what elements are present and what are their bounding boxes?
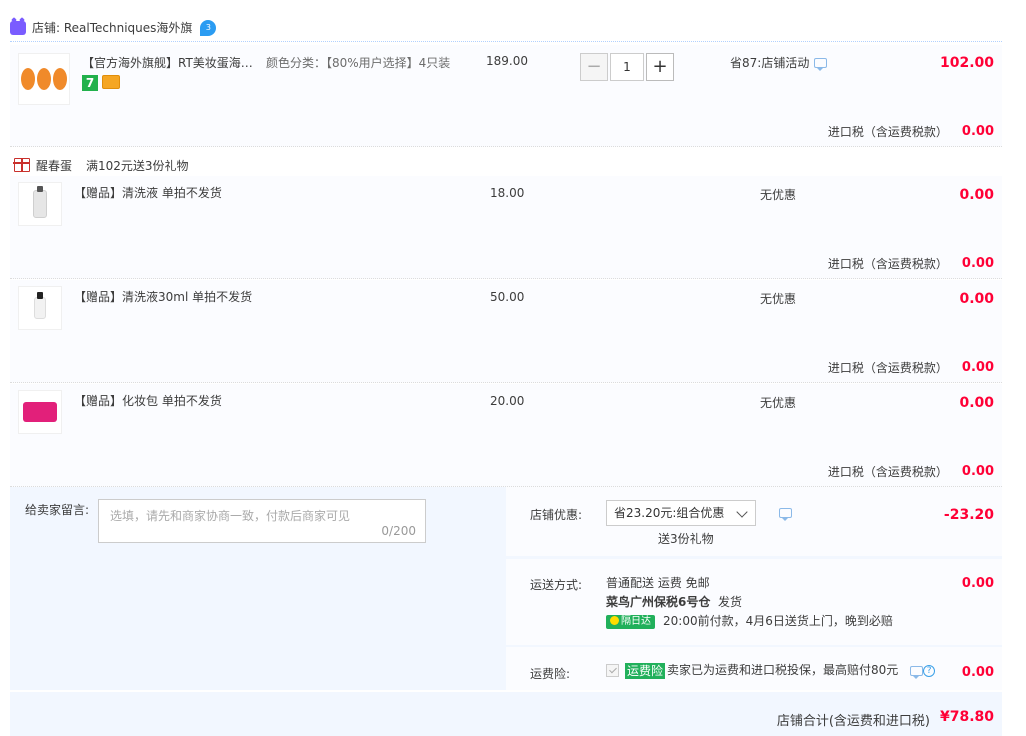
tax-label: 进口税（含运费税款） xyxy=(827,465,948,479)
insurance-value: 0.00 xyxy=(961,665,994,680)
message-label: 给卖家留言: xyxy=(25,503,90,517)
total-value: ¥78.80 xyxy=(939,709,994,725)
quantity-decrease-button[interactable]: − xyxy=(580,53,608,81)
shop-header: 店铺: RealTechniques海外旗 3 xyxy=(10,14,1002,42)
shipping-method: 普通配送 运费 免邮 xyxy=(606,576,710,590)
product-sku: 颜色分类：【80%用户选择】4只装 xyxy=(266,56,451,70)
tax-label: 进口税（含运费税款） xyxy=(827,125,948,139)
product-title[interactable]: 【官方海外旗舰】RT美妆蛋海绵化妆蛋 xyxy=(82,54,257,72)
shop-total-bar: 店铺合计(含运费和进口税) ¥78.80 xyxy=(10,692,1002,736)
tax-value: 0.00 xyxy=(961,464,994,479)
item-subtotal: 0.00 xyxy=(959,187,994,203)
shipping-row: 运送方式: 普通配送 运费 免邮 菜鸟广州保税6号仓 发货 隔日达 20:00前付… xyxy=(506,559,1002,645)
insurance-label: 运费险: xyxy=(530,667,571,681)
item-subtotal: 0.00 xyxy=(959,395,994,411)
product-thumbnail[interactable] xyxy=(18,182,62,226)
item-subtotal: 0.00 xyxy=(959,291,994,307)
comment-icon[interactable] xyxy=(779,508,792,521)
total-label: 店铺合计(含运费和进口税) xyxy=(776,714,930,729)
discount-value: -23.20 xyxy=(943,507,994,523)
discount-select[interactable]: 省23.20元:组合优惠 xyxy=(606,500,756,526)
message-placeholder: 选填，请先和商家协商一致，付款后商家可见 xyxy=(110,509,351,523)
gift-icon xyxy=(13,158,30,172)
dispatch-label: 发货 xyxy=(718,595,743,609)
promo-info: 无优惠 xyxy=(760,396,797,410)
promo-info: 无优惠 xyxy=(760,188,797,202)
unit-price: 50.00 xyxy=(490,290,525,304)
unit-price: 18.00 xyxy=(490,186,525,200)
delivery-promise: 20:00前付款，4月6日送货上门，晚到必赔 xyxy=(663,614,893,628)
gift-promo-header: 醒春蛋 满102元送3份礼物 xyxy=(13,156,189,174)
service-badges: 7 xyxy=(82,75,120,91)
promo-info: 无优惠 xyxy=(760,292,797,306)
message-char-count: 0/200 xyxy=(381,524,416,538)
seven-day-return-icon[interactable]: 7 xyxy=(82,75,98,91)
gift-promo-label: 醒春蛋 xyxy=(36,158,73,173)
shop-name[interactable]: 店铺: RealTechniques海外旗 xyxy=(32,19,192,36)
insurance-desc: 卖家已为运费和进口税投保，最高赔付80元 xyxy=(667,663,899,677)
gift-note: 送3份礼物 xyxy=(658,532,714,546)
tax-value: 0.00 xyxy=(961,124,994,139)
product-thumbnail[interactable] xyxy=(18,390,62,434)
tax-label: 进口税（含运费税款） xyxy=(827,257,948,271)
cart-item-gift: 【赠品】化妆包 单拍不发货 20.00 无优惠 0.00 进口税（含运费税款） … xyxy=(10,384,1002,487)
comment-icon[interactable] xyxy=(814,57,828,71)
quantity-increase-button[interactable]: + xyxy=(646,53,674,81)
insurance-row: 运费险: 运费险 卖家已为运费和进口税投保，最高赔付80元 ? 0.00 xyxy=(506,647,1002,690)
tax-value: 0.00 xyxy=(961,360,994,375)
unit-price: 189.00 xyxy=(486,54,528,68)
import-tax-row: 进口税（含运费税款） 0.00 xyxy=(828,123,994,140)
help-icon[interactable]: ? xyxy=(923,664,936,677)
insurance-checkbox[interactable] xyxy=(606,664,619,677)
product-title[interactable]: 【赠品】化妆包 单拍不发货 xyxy=(74,392,222,410)
tax-label: 进口税（含运费税款） xyxy=(827,361,948,375)
promo-info: 省87:店铺活动 xyxy=(730,54,828,71)
product-title[interactable]: 【赠品】清洗液 单拍不发货 xyxy=(74,184,222,202)
shipping-details: 普通配送 运费 免邮 菜鸟广州保税6号仓 发货 隔日达 20:00前付款，4月6日… xyxy=(606,574,893,631)
credit-card-icon[interactable] xyxy=(102,75,120,89)
shop-discount-row: 店铺优惠: 省23.20元:组合优惠 送3份礼物 -23.20 xyxy=(506,487,1002,556)
warehouse-name: 菜鸟广州保税6号仓 xyxy=(606,595,711,609)
product-thumbnail[interactable] xyxy=(18,286,62,330)
product-title[interactable]: 【赠品】清洗液30ml 单拍不发货 xyxy=(74,288,252,306)
gift-promo-desc: 满102元送3份礼物 xyxy=(86,158,189,173)
quantity-stepper: − 1 + xyxy=(580,53,674,81)
order-options-panel: 给卖家留言: 选填，请先和商家协商一致，付款后商家可见 0/200 店铺优惠: … xyxy=(10,487,1002,690)
cart-item-gift: 【赠品】清洗液30ml 单拍不发货 50.00 无优惠 0.00 进口税（含运费… xyxy=(10,280,1002,383)
import-tax-row: 进口税（含运费税款） 0.00 xyxy=(828,359,994,376)
product-thumbnail[interactable] xyxy=(18,53,70,105)
promo-label: 省87:店铺活动 xyxy=(730,56,810,70)
shop-cat-icon xyxy=(10,20,26,35)
import-tax-row: 进口税（含运费税款） 0.00 xyxy=(828,463,994,480)
item-subtotal: 102.00 xyxy=(939,55,994,71)
next-day-badge: 隔日达 xyxy=(606,614,655,629)
wangwang-chat-icon[interactable]: 3 xyxy=(200,19,217,36)
cart-item-main: 【官方海外旗舰】RT美妆蛋海绵化妆蛋 7 颜色分类：【80%用户选择】4只装 1… xyxy=(10,45,1002,147)
chevron-down-icon xyxy=(736,506,748,518)
lightning-icon xyxy=(610,615,619,625)
insurance-badge: 运费险 xyxy=(625,662,666,679)
shipping-label: 运送方式: xyxy=(530,578,583,592)
tax-value: 0.00 xyxy=(961,256,994,271)
comment-icon[interactable] xyxy=(910,665,924,679)
unit-price: 20.00 xyxy=(490,394,525,408)
discount-label: 店铺优惠: xyxy=(530,508,583,522)
seller-message-input[interactable]: 选填，请先和商家协商一致，付款后商家可见 0/200 xyxy=(98,499,426,543)
import-tax-row: 进口税（含运费税款） 0.00 xyxy=(828,255,994,272)
quantity-input[interactable]: 1 xyxy=(610,53,644,81)
cart-item-gift: 【赠品】清洗液 单拍不发货 18.00 无优惠 0.00 进口税（含运费税款） … xyxy=(10,176,1002,279)
shipping-value: 0.00 xyxy=(961,576,994,591)
order-summary-panel: 店铺优惠: 省23.20元:组合优惠 送3份礼物 -23.20 运送方式: 普通… xyxy=(506,487,1002,690)
